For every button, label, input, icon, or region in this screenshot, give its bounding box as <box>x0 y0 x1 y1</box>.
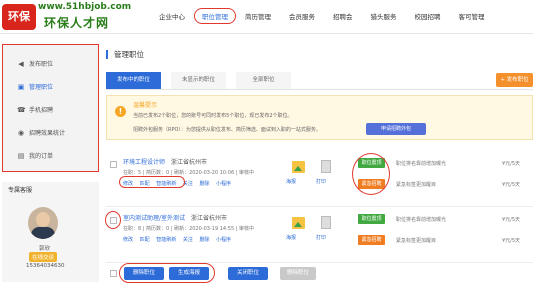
job-title-text[interactable]: 室内测试助理/室外测试 <box>123 215 185 222</box>
sidebar: ◀ 发布职位 ▣ 管理职位 ☎ 手机招聘 ◉ 招聘效果统计 ▤ 我的订单 专属客… <box>2 44 99 284</box>
top-desc: 职位排名靠前增加曝光 <box>396 217 447 223</box>
job-row: 环境工程设计师 浙江省杭州市 在职：5 | 简历数：0 | 刷新：2020-03-… <box>106 152 533 207</box>
logo-icon[interactable]: 环保 <box>2 4 36 30</box>
tab-hidden-jobs[interactable]: 未显示的职位 <box>171 72 226 89</box>
remove-jobs-button[interactable]: 删除职位 <box>280 267 316 280</box>
service-name: 郭欣 <box>39 246 51 252</box>
print-icon[interactable] <box>321 216 331 229</box>
avatar-face <box>36 212 50 227</box>
checkbox-highlight <box>105 211 121 229</box>
apply-rpo-button[interactable]: 申请招聘外包 <box>366 123 426 135</box>
urgent-job-button[interactable]: 紧急招聘 <box>358 235 385 245</box>
job-row: 室内测试助理/室外测试 浙江省杭州市 在职：8 | 简历数：0 | 刷新：2020… <box>105 208 533 263</box>
job-location: 浙江省杭州市 <box>191 215 228 222</box>
notice-text-rpo: 招聘外包服务（RPO）：为您提供从职位发布、简历筛选、面试到入职的一站式服务。 <box>133 127 321 133</box>
select-all-checkbox[interactable] <box>110 270 117 277</box>
job-tabs: 发布中的职位 未显示的职位 全部职位 <box>106 72 533 90</box>
sidebar-item-label: 发布职位 <box>29 61 54 68</box>
top-desc: 职位排名靠前增加曝光 <box>396 161 447 167</box>
nav-item-job-fair[interactable]: 招聘会 <box>324 11 362 24</box>
service-phone: 15364034630 <box>26 263 65 269</box>
customer-service-card: 专属客服 郭欣 在线交谈 15364034630 <box>2 182 99 282</box>
job-meta: 在职：5 | 简历数：0 | 刷新：2020-03-20 10:06 | 审核中 <box>123 170 255 176</box>
job-meta: 在职：8 | 简历数：0 | 刷新：2020-03-19 14:55 | 审核中 <box>123 226 255 232</box>
job-actions: 修改 匹配 智能刷新 关注 删除 小程序 <box>123 236 236 243</box>
mini-program-link[interactable]: 小程序 <box>216 181 231 187</box>
chart-icon: ◉ <box>17 128 25 137</box>
list-icon: ▣ <box>17 82 25 91</box>
tags-highlight <box>352 153 390 195</box>
job-title-text[interactable]: 环境工程设计师 <box>123 159 165 166</box>
sidebar-item-manage-jobs[interactable]: ▣ 管理职位 <box>3 75 98 98</box>
notice-box: ! 温馨提示 当前已发布2个职位，您的账号可同时发布5个职位，现已发布2个职位。… <box>106 95 533 140</box>
nav-item-job-management[interactable]: 职位管理 <box>194 8 236 24</box>
warning-icon: ! <box>115 106 126 117</box>
urgent-desc: 紧急标签更加醒目 <box>396 238 437 244</box>
sidebar-menu: ◀ 发布职位 ▣ 管理职位 ☎ 手机招聘 ◉ 招聘效果统计 ▤ 我的订单 <box>2 44 99 172</box>
poster-label[interactable]: 海报 <box>286 234 296 241</box>
match-link[interactable]: 匹配 <box>140 237 150 243</box>
bulk-highlight <box>119 263 215 283</box>
job-checkbox[interactable] <box>110 161 117 168</box>
poster-icon[interactable] <box>292 161 305 173</box>
top-price: ¥元/5天 <box>502 161 521 167</box>
bulk-actions: 删除职位 生成海报 关闭职位 删除职位 <box>106 263 533 283</box>
close-jobs-button[interactable]: 关闭职位 <box>228 267 268 280</box>
urgent-desc: 紧急标签更加醒目 <box>396 182 437 188</box>
follow-link[interactable]: 关注 <box>183 237 193 243</box>
top-header: 环保 www.51hbjob.com 环保人才网 企业中心 职位管理 简历管理 … <box>0 0 533 34</box>
sidebar-item-orders[interactable]: ▤ 我的订单 <box>3 144 98 167</box>
nav-item-client[interactable]: 客可管理 <box>450 11 494 24</box>
print-icon[interactable] <box>321 160 331 173</box>
print-label[interactable]: 打印 <box>316 234 326 241</box>
avatar <box>28 207 58 239</box>
print-label[interactable]: 打印 <box>316 178 326 185</box>
poster-icon[interactable] <box>292 217 305 229</box>
main-nav: 企业中心 职位管理 简历管理 会员服务 招聘会 猎头服务 校园招聘 客可管理 <box>150 8 494 24</box>
top-price: ¥元/5天 <box>502 217 521 223</box>
avatar-body <box>31 227 55 239</box>
nav-item-campus[interactable]: 校园招聘 <box>406 11 450 24</box>
urgent-price: ¥元/5天 <box>502 182 521 188</box>
smart-refresh-link[interactable]: 智能刷新 <box>156 237 176 243</box>
profile-title: 专属客服 <box>8 187 33 194</box>
job-title[interactable]: 室内测试助理/室外测试 浙江省杭州市 <box>123 213 227 222</box>
nav-item-enterprise-center[interactable]: 企业中心 <box>150 11 194 24</box>
sidebar-item-label: 手机招聘 <box>29 107 54 114</box>
sidebar-item-label: 招聘效果统计 <box>29 130 66 137</box>
nav-item-headhunter[interactable]: 猎头服务 <box>362 11 406 24</box>
poster-label[interactable]: 海报 <box>286 178 296 185</box>
tab-all-jobs[interactable]: 全部职位 <box>236 72 291 89</box>
delete-link[interactable]: 删除 <box>199 237 209 243</box>
sidebar-item-statistics[interactable]: ◉ 招聘效果统计 <box>3 121 98 144</box>
tab-active-jobs[interactable]: 发布中的职位 <box>106 72 161 89</box>
main-content: 管理职位 发布中的职位 未显示的职位 全部职位 + 发布职位 ! 温馨提示 当前… <box>105 44 533 285</box>
notice-title: 温馨提示 <box>133 102 158 109</box>
sidebar-item-label: 我的订单 <box>29 153 54 160</box>
edit-link[interactable]: 修改 <box>123 237 133 243</box>
sidebar-item-label: 管理职位 <box>29 84 54 91</box>
urgent-price: ¥元/5天 <box>502 238 521 244</box>
sidebar-item-post-job[interactable]: ◀ 发布职位 <box>3 52 98 75</box>
logo-name[interactable]: 环保人才网 <box>44 14 109 31</box>
sidebar-item-mobile-hiring[interactable]: ☎ 手机招聘 <box>3 98 98 121</box>
job-title[interactable]: 环境工程设计师 浙江省杭州市 <box>123 157 207 166</box>
qq-chat-button[interactable]: 在线交谈 <box>29 252 58 262</box>
mini-program-link[interactable]: 小程序 <box>216 237 231 243</box>
nav-item-resume-management[interactable]: 简历管理 <box>236 11 280 24</box>
delete-link[interactable]: 删除 <box>199 181 209 187</box>
post-job-button[interactable]: + 发布职位 <box>496 73 533 87</box>
top-job-button[interactable]: 职位置顶 <box>358 214 385 224</box>
logo-url[interactable]: www.51hbjob.com <box>38 2 131 12</box>
notice-text: 当前已发布2个职位，您的账号可同时发布5个职位，现已发布2个职位。 <box>133 113 293 119</box>
page-title: 管理职位 <box>106 50 144 59</box>
nav-item-member-service[interactable]: 会员服务 <box>280 11 324 24</box>
actions-highlight <box>119 176 185 188</box>
phone-icon: ☎ <box>17 105 26 114</box>
send-icon: ◀ <box>18 59 24 68</box>
order-icon: ▤ <box>17 151 25 160</box>
job-location: 浙江省杭州市 <box>171 159 208 166</box>
